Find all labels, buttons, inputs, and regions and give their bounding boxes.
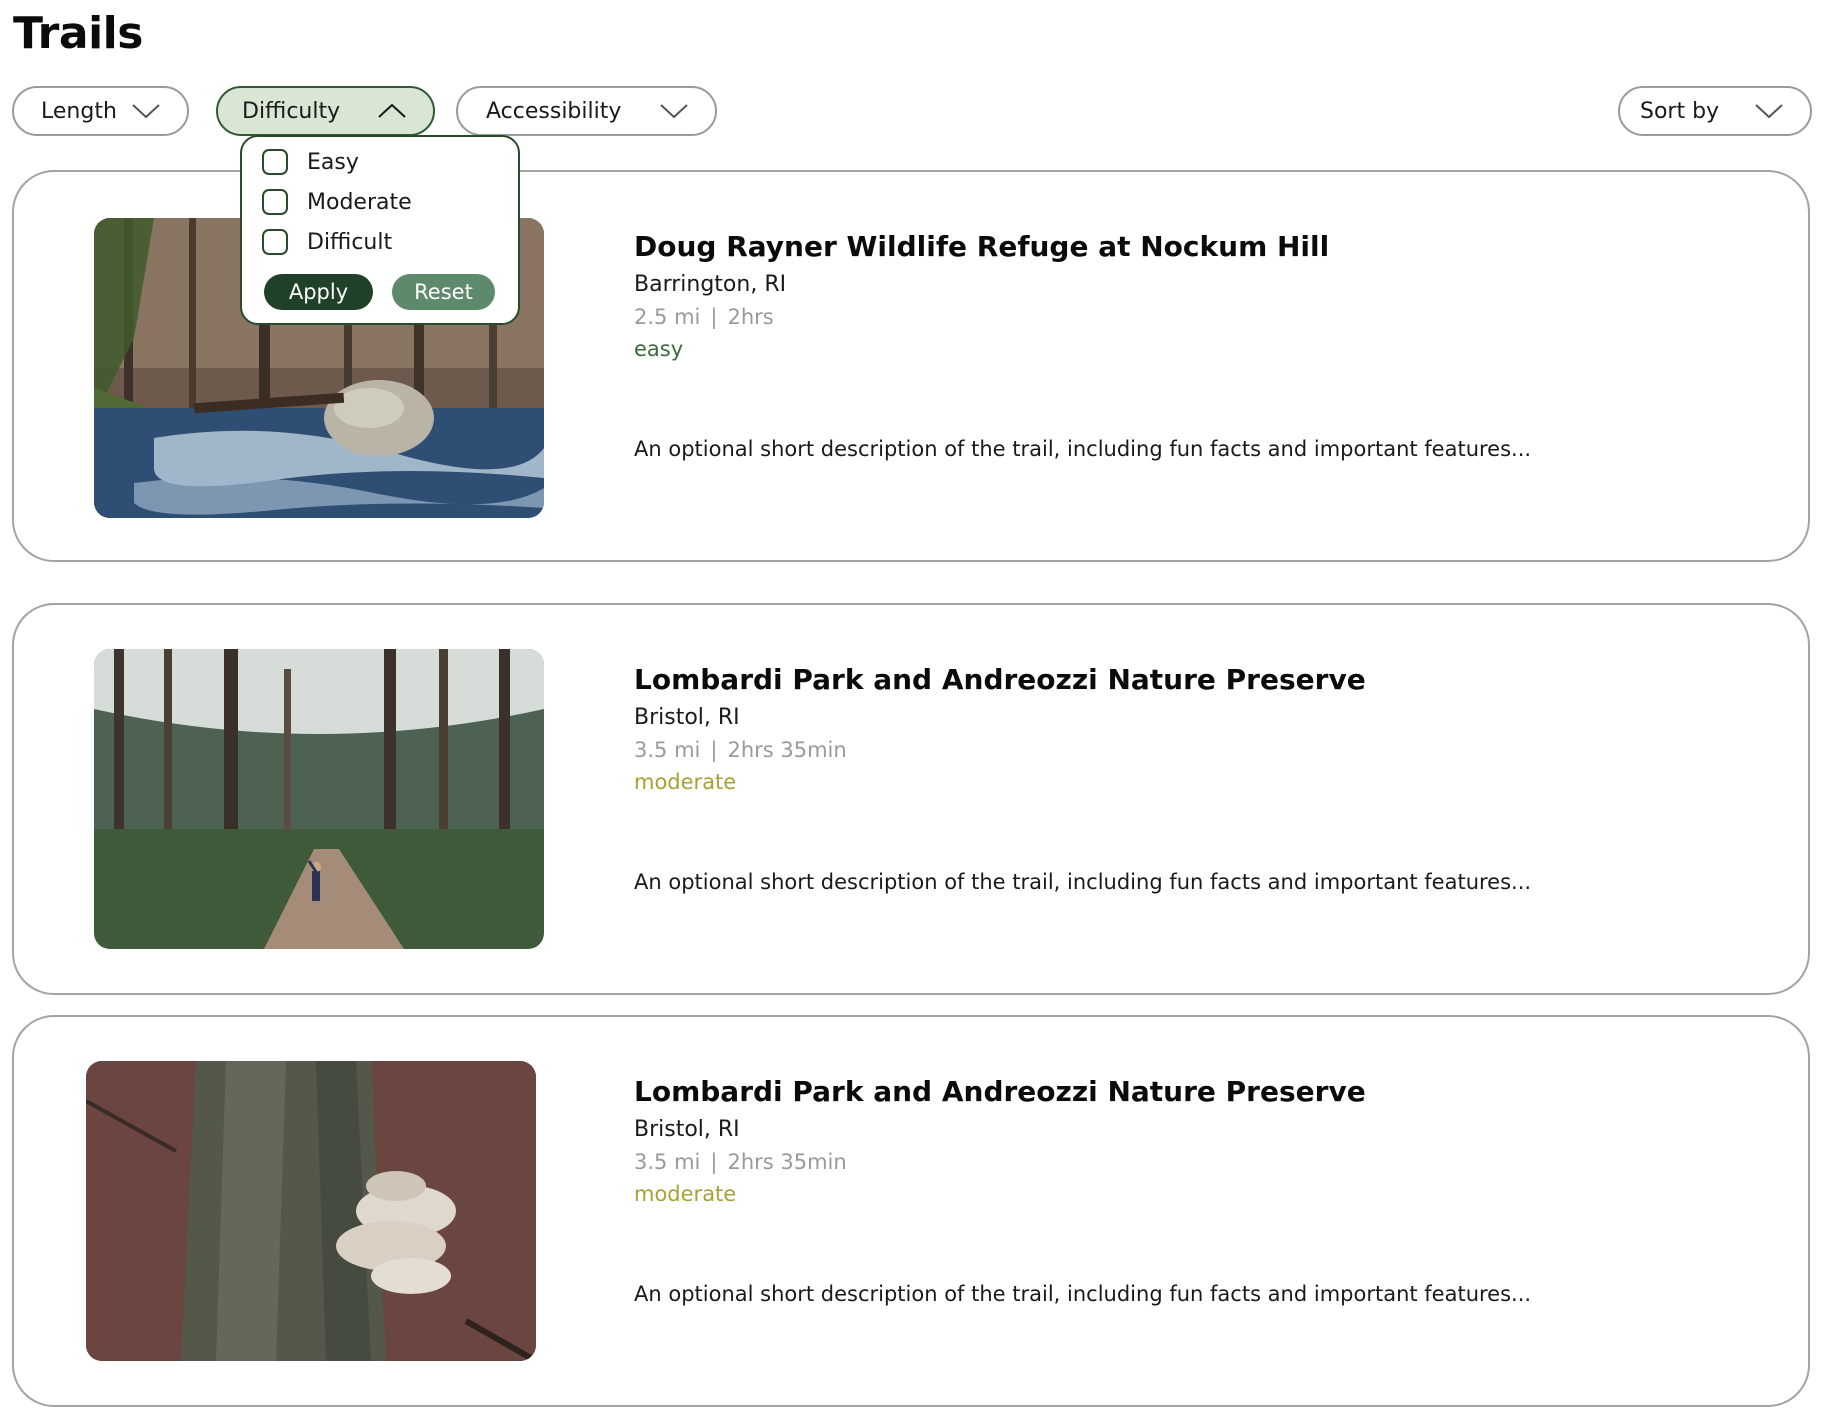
trail-duration: 2hrs 35min [727,1150,847,1174]
chevron-down-icon [660,104,688,119]
difficulty-option-label: Difficult [307,229,393,255]
trail-name[interactable]: Lombardi Park and Andreozzi Nature Prese… [634,1075,1366,1108]
difficulty-filter-button[interactable]: Difficulty [216,86,435,136]
sort-by-label: Sort by [1640,98,1720,124]
apply-button[interactable]: Apply [264,274,373,310]
trail-stats: 2.5 mi | 2hrs [634,305,774,329]
easy-checkbox[interactable] [262,149,288,175]
chevron-down-icon [132,104,160,119]
moderate-checkbox[interactable] [262,189,288,215]
accessibility-filter-button[interactable]: Accessibility [456,86,717,136]
trail-description: An optional short description of the tra… [634,870,1532,894]
difficulty-option-difficult[interactable]: Difficult [262,229,392,255]
trail-distance: 2.5 mi [634,305,701,329]
stats-separator: | [710,305,718,329]
chevron-down-icon [1755,104,1783,119]
stats-separator: | [710,1150,718,1174]
tree-fungus-photo [86,1061,536,1361]
difficulty-option-easy[interactable]: Easy [262,149,359,175]
difficulty-dropdown: Easy Moderate Difficult Apply Reset [240,135,520,325]
trail-card[interactable]: Lombardi Park and Andreozzi Nature Prese… [12,1015,1810,1407]
trail-card[interactable]: Lombardi Park and Andreozzi Nature Prese… [12,603,1810,995]
difficult-checkbox[interactable] [262,229,288,255]
difficulty-option-label: Easy [307,149,359,175]
trail-difficulty: easy [634,337,684,361]
length-filter-button[interactable]: Length [12,86,189,136]
chevron-up-icon [378,103,406,118]
difficulty-filter-label: Difficulty [242,98,341,124]
trail-photo [94,649,544,949]
trail-stats: 3.5 mi | 2hrs 35min [634,738,847,762]
trail-stats: 3.5 mi | 2hrs 35min [634,1150,847,1174]
trail-distance: 3.5 mi [634,1150,701,1174]
trail-difficulty: moderate [634,770,737,794]
accessibility-filter-label: Accessibility [486,98,622,124]
difficulty-option-label: Moderate [307,189,412,215]
page-title: Trails [13,8,143,59]
trail-duration: 2hrs 35min [727,738,847,762]
sort-by-button[interactable]: Sort by [1618,86,1812,136]
length-filter-label: Length [41,98,117,124]
trail-name[interactable]: Doug Rayner Wildlife Refuge at Nockum Hi… [634,230,1329,263]
trail-difficulty: moderate [634,1182,737,1206]
trail-description: An optional short description of the tra… [634,1282,1532,1306]
trail-location: Bristol, RI [634,1117,740,1142]
pine-forest-path-photo [94,649,544,949]
trail-distance: 3.5 mi [634,738,701,762]
trail-photo [86,1061,536,1361]
trail-location: Bristol, RI [634,705,740,730]
trail-duration: 2hrs [727,305,774,329]
trail-name[interactable]: Lombardi Park and Andreozzi Nature Prese… [634,663,1366,696]
trail-location: Barrington, RI [634,272,787,297]
trail-description: An optional short description of the tra… [634,437,1532,461]
reset-button[interactable]: Reset [392,274,495,310]
difficulty-option-moderate[interactable]: Moderate [262,189,412,215]
stats-separator: | [710,738,718,762]
